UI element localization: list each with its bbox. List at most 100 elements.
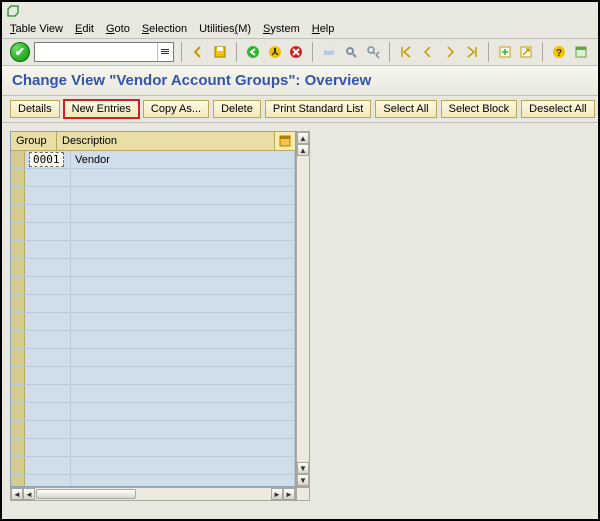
cell-description[interactable] — [71, 421, 295, 438]
cell-group[interactable]: 0001 — [25, 151, 71, 168]
row-selector[interactable] — [11, 421, 25, 438]
cancel-red-icon[interactable] — [287, 43, 305, 61]
details-button[interactable]: Details — [10, 100, 60, 118]
back-green-icon[interactable] — [244, 43, 262, 61]
table-row-empty[interactable] — [11, 313, 295, 331]
find-icon[interactable] — [342, 43, 360, 61]
row-selector[interactable] — [11, 241, 25, 258]
command-dropdown[interactable] — [157, 43, 173, 61]
cell-description[interactable] — [71, 313, 295, 330]
cell-group[interactable] — [25, 403, 71, 420]
table-row-empty[interactable] — [11, 403, 295, 421]
cell-group[interactable] — [25, 187, 71, 204]
table-row-empty[interactable] — [11, 295, 295, 313]
new-session-icon[interactable] — [496, 43, 514, 61]
cell-description[interactable] — [71, 169, 295, 186]
cell-group[interactable] — [25, 331, 71, 348]
print-icon[interactable] — [320, 43, 338, 61]
menu-item-edit[interactable]: Edit — [75, 23, 94, 35]
cell-description[interactable] — [71, 349, 295, 366]
find-next-icon[interactable] — [364, 43, 382, 61]
cell-description[interactable] — [71, 367, 295, 384]
layout-icon[interactable] — [572, 43, 590, 61]
select-all-button[interactable]: Select All — [375, 100, 436, 118]
cell-group[interactable] — [25, 385, 71, 402]
exit-yellow-icon[interactable] — [266, 43, 284, 61]
cell-group[interactable] — [25, 457, 71, 474]
cell-group[interactable] — [25, 241, 71, 258]
table-row-empty[interactable] — [11, 259, 295, 277]
row-selector[interactable] — [11, 439, 25, 456]
cell-group[interactable] — [25, 349, 71, 366]
table-row-empty[interactable] — [11, 367, 295, 385]
enter-button[interactable]: ✔ — [10, 42, 30, 62]
scroll-left-button[interactable]: ◄ — [11, 488, 23, 500]
cell-description[interactable] — [71, 277, 295, 294]
row-selector[interactable] — [11, 331, 25, 348]
cell-description[interactable] — [71, 331, 295, 348]
cell-description[interactable] — [71, 205, 295, 222]
row-selector[interactable] — [11, 367, 25, 384]
cell-description[interactable] — [71, 187, 295, 204]
cell-description[interactable] — [71, 385, 295, 402]
row-selector[interactable] — [11, 187, 25, 204]
last-page-icon[interactable] — [463, 43, 481, 61]
cell-description[interactable] — [71, 457, 295, 474]
table-row-empty[interactable] — [11, 331, 295, 349]
cell-group[interactable] — [25, 169, 71, 186]
scroll-page-right-button[interactable]: ► — [271, 488, 283, 500]
scroll-page-down-button[interactable]: ▼ — [297, 462, 309, 474]
cell-description[interactable] — [71, 403, 295, 420]
row-selector[interactable] — [11, 385, 25, 402]
deselect-all-button[interactable]: Deselect All — [521, 100, 594, 118]
row-selector[interactable] — [11, 277, 25, 294]
scroll-down-button[interactable]: ▼ — [297, 474, 309, 486]
cell-description[interactable]: Vendor — [71, 151, 295, 168]
cell-group[interactable] — [25, 259, 71, 276]
cell-group[interactable] — [25, 205, 71, 222]
menu-item-table-view[interactable]: Table View — [10, 23, 63, 35]
print-standard-list-button[interactable]: Print Standard List — [265, 100, 372, 118]
next-page-icon[interactable] — [441, 43, 459, 61]
cell-group[interactable] — [25, 439, 71, 456]
row-selector[interactable] — [11, 457, 25, 474]
table-row-empty[interactable] — [11, 421, 295, 439]
cell-description[interactable] — [71, 223, 295, 240]
table-row-empty[interactable] — [11, 277, 295, 295]
table-row-empty[interactable] — [11, 475, 295, 487]
configure-columns-button[interactable] — [275, 132, 295, 150]
table-row-empty[interactable] — [11, 241, 295, 259]
table-row[interactable]: 0001Vendor — [11, 151, 295, 169]
help-icon[interactable]: ? — [550, 43, 568, 61]
cell-group[interactable] — [25, 295, 71, 312]
cell-description[interactable] — [71, 259, 295, 276]
column-header-group[interactable]: Group — [11, 132, 57, 150]
row-selector[interactable] — [11, 169, 25, 186]
copy-as-button[interactable]: Copy As... — [143, 100, 209, 118]
hscroll-thumb[interactable] — [36, 489, 136, 499]
scroll-up-button[interactable]: ▲ — [297, 132, 309, 144]
table-row-empty[interactable] — [11, 205, 295, 223]
scroll-right-button[interactable]: ► — [283, 488, 295, 500]
table-row-empty[interactable] — [11, 187, 295, 205]
cell-group[interactable] — [25, 277, 71, 294]
row-selector[interactable] — [11, 259, 25, 276]
menu-item-system[interactable]: System — [263, 23, 300, 35]
delete-button[interactable]: Delete — [213, 100, 261, 118]
row-selector[interactable] — [11, 475, 25, 487]
menu-item-help[interactable]: Help — [312, 23, 335, 35]
cell-description[interactable] — [71, 241, 295, 258]
menu-item-goto[interactable]: Goto — [106, 23, 130, 35]
cell-group[interactable] — [25, 367, 71, 384]
cell-description[interactable] — [71, 475, 295, 487]
row-selector[interactable] — [11, 313, 25, 330]
table-row-empty[interactable] — [11, 349, 295, 367]
new-entries-button[interactable]: New Entries — [64, 100, 139, 118]
cell-group[interactable] — [25, 421, 71, 438]
scroll-page-up-button[interactable]: ▲ — [297, 144, 309, 156]
cell-group[interactable] — [25, 475, 71, 487]
menu-item-utilities-m-[interactable]: Utilities(M) — [199, 23, 251, 35]
menu-item-selection[interactable]: Selection — [142, 23, 187, 35]
row-selector[interactable] — [11, 223, 25, 240]
shortcut-icon[interactable] — [517, 43, 535, 61]
